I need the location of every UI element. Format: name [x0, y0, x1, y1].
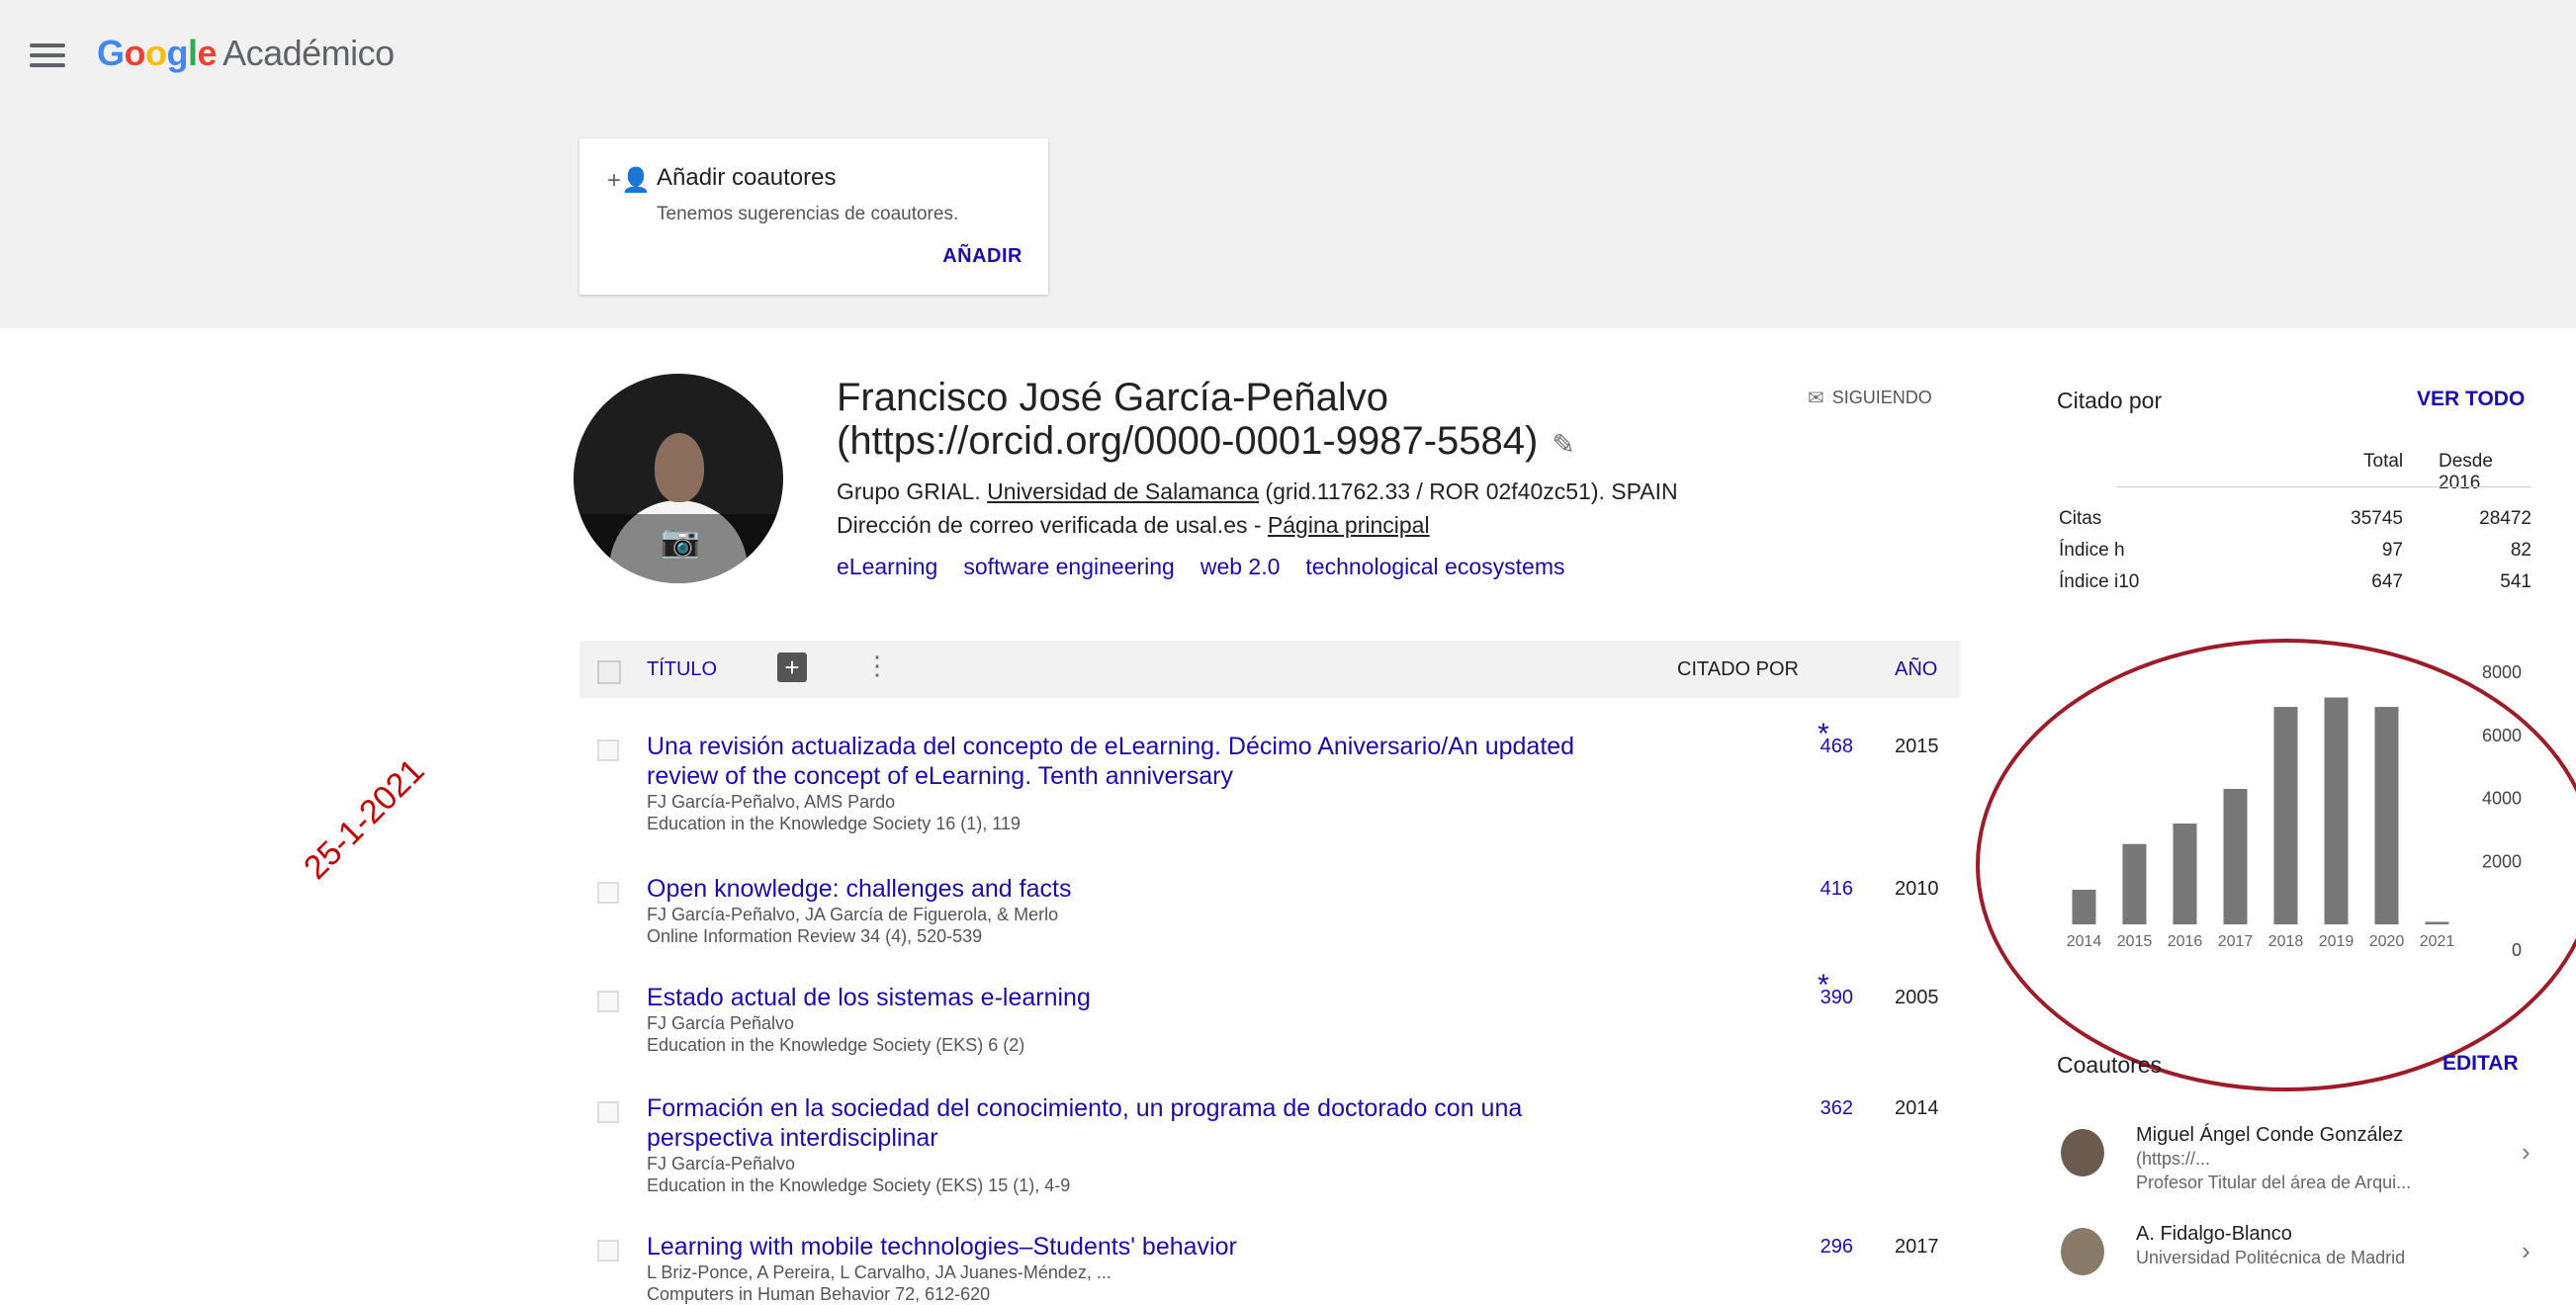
row-checkbox[interactable] — [597, 1240, 619, 1262]
row-checkbox[interactable] — [597, 1101, 619, 1123]
interest-tag[interactable]: web 2.0 — [1200, 554, 1281, 580]
menu-icon[interactable] — [30, 42, 67, 69]
stat-since: 28472 — [2479, 508, 2532, 529]
cited-count[interactable]: 362 — [1794, 1097, 1853, 1120]
add-coauthors-button[interactable]: AÑADIR — [942, 245, 1022, 268]
article-authors: L Briz-Ponce, A Pereira, L Carvalho, JA … — [647, 1262, 1111, 1282]
merged-star: * — [1818, 718, 1829, 750]
top-bar: Google Académico — [0, 0, 2576, 111]
add-coauthors-subtitle: Tenemos sugerencias de coautores. — [657, 204, 959, 224]
stat-label: Citas — [2059, 508, 2102, 529]
row-checkbox[interactable] — [597, 882, 619, 904]
article-venue: Computers in Human Behavior 72, 612-620 — [647, 1284, 991, 1304]
edit-pencil-icon[interactable]: ✎ — [1552, 429, 1574, 460]
avatar — [2061, 1129, 2104, 1176]
article-year: 2014 — [1895, 1097, 1939, 1119]
article-venue: Education in the Knowledge Society (EKS)… — [647, 1035, 1025, 1055]
stat-since: 82 — [2510, 540, 2532, 561]
article-year: 2017 — [1895, 1236, 1939, 1258]
stat-label: Índice i10 — [2059, 571, 2140, 592]
follow-button[interactable]: ✉ SIGUIENDO — [1808, 386, 1932, 410]
stat-total: 97 — [2381, 540, 2403, 561]
merged-star: * — [1818, 969, 1829, 1001]
article-year: 2005 — [1895, 987, 1939, 1008]
avatar[interactable]: 📷 — [574, 374, 783, 583]
article-authors: FJ García-Peñalvo, JA García de Figuerol… — [647, 905, 1059, 924]
view-all-button[interactable]: VER TODO — [2417, 388, 2525, 411]
sort-by-year[interactable]: AÑO — [1895, 658, 1937, 681]
camera-icon[interactable]: 📷 — [661, 522, 700, 559]
interests: eLearning software engineering web 2.0 t… — [837, 554, 1564, 580]
article-authors: FJ García Peñalvo — [647, 1013, 795, 1033]
annotation-circle — [1976, 639, 2576, 1091]
verified-email: Dirección de correo verificada de usal.e… — [837, 512, 1430, 538]
article-title[interactable]: Formación en la sociedad del conocimient… — [647, 1093, 1636, 1153]
row-checkbox[interactable] — [597, 740, 619, 761]
avatar — [2061, 1228, 2104, 1275]
add-coauthors-card: +👤 Añadir coautores Tenemos sugerencias … — [579, 138, 1048, 295]
article-authors: FJ García-Peñalvo — [647, 1154, 796, 1174]
stat-label: Índice h — [2059, 540, 2125, 561]
row-checkbox[interactable] — [597, 991, 619, 1012]
edit-coauthors-button[interactable]: EDITAR — [2443, 1052, 2519, 1076]
chevron-right-icon[interactable]: › — [2522, 1137, 2531, 1168]
stat-total: 647 — [2371, 571, 2403, 592]
interest-tag[interactable]: software engineering — [963, 554, 1175, 580]
homepage-link[interactable]: Página principal — [1268, 512, 1430, 538]
sort-by-title[interactable]: TÍTULO — [647, 658, 717, 681]
envelope-icon: ✉ — [1808, 388, 1824, 409]
profile-name: Francisco José García-Peñalvo (https://o… — [837, 376, 1575, 463]
coauthors-title: Coautores — [2057, 1052, 2163, 1078]
article-title[interactable]: Una revisión actualizada del concepto de… — [647, 732, 1636, 791]
article-year: 2015 — [1895, 736, 1939, 757]
interest-tag[interactable]: eLearning — [837, 554, 937, 580]
chevron-right-icon[interactable]: › — [2522, 1236, 2531, 1266]
add-coauthors-title: Añadir coautores — [657, 164, 837, 191]
add-person-icon: +👤 — [607, 167, 651, 194]
date-annotation: 25-1-2021 — [297, 751, 432, 887]
article-year: 2010 — [1895, 878, 1939, 900]
stat-since: 541 — [2500, 571, 2532, 592]
affiliation-link[interactable]: Universidad de Salamanca — [987, 478, 1259, 504]
cited-count[interactable]: 296 — [1794, 1236, 1853, 1259]
product-name: Académico — [222, 33, 395, 73]
article-title[interactable]: Learning with mobile technologies–Studen… — [647, 1232, 1636, 1262]
affiliation: Grupo GRIAL. Universidad de Salamanca (g… — [837, 478, 1678, 504]
article-venue: Education in the Knowledge Society (EKS)… — [647, 1175, 1071, 1195]
article-authors: FJ García-Peñalvo, AMS Pardo — [647, 792, 896, 812]
articles-table-header: TÍTULO + ⋮ CITADO POR AÑO — [579, 641, 1960, 698]
cited-count[interactable]: 416 — [1794, 878, 1853, 901]
y-tick-label: 8000 — [2482, 662, 2522, 682]
article-title[interactable]: Open knowledge: challenges and facts — [647, 874, 1636, 904]
col-total: Total — [2363, 451, 2404, 472]
scholar-logo[interactable]: Google Académico — [97, 33, 395, 74]
select-all-checkbox[interactable] — [597, 660, 621, 684]
sort-by-cited[interactable]: CITADO POR — [1677, 658, 1799, 681]
interest-tag[interactable]: technological ecosystems — [1305, 554, 1564, 580]
cited-by-title: Citado por — [2057, 388, 2163, 413]
stat-total: 35745 — [2351, 508, 2403, 529]
col-since: Desde 2016 — [2439, 451, 2493, 493]
article-venue: Education in the Knowledge Society 16 (1… — [647, 814, 1021, 833]
more-options-icon[interactable]: ⋮ — [864, 651, 890, 681]
article-title[interactable]: Estado actual de los sistemas e-learning — [647, 983, 1636, 1012]
article-venue: Online Information Review 34 (4), 520-53… — [647, 926, 983, 946]
add-article-icon[interactable]: + — [777, 652, 807, 682]
